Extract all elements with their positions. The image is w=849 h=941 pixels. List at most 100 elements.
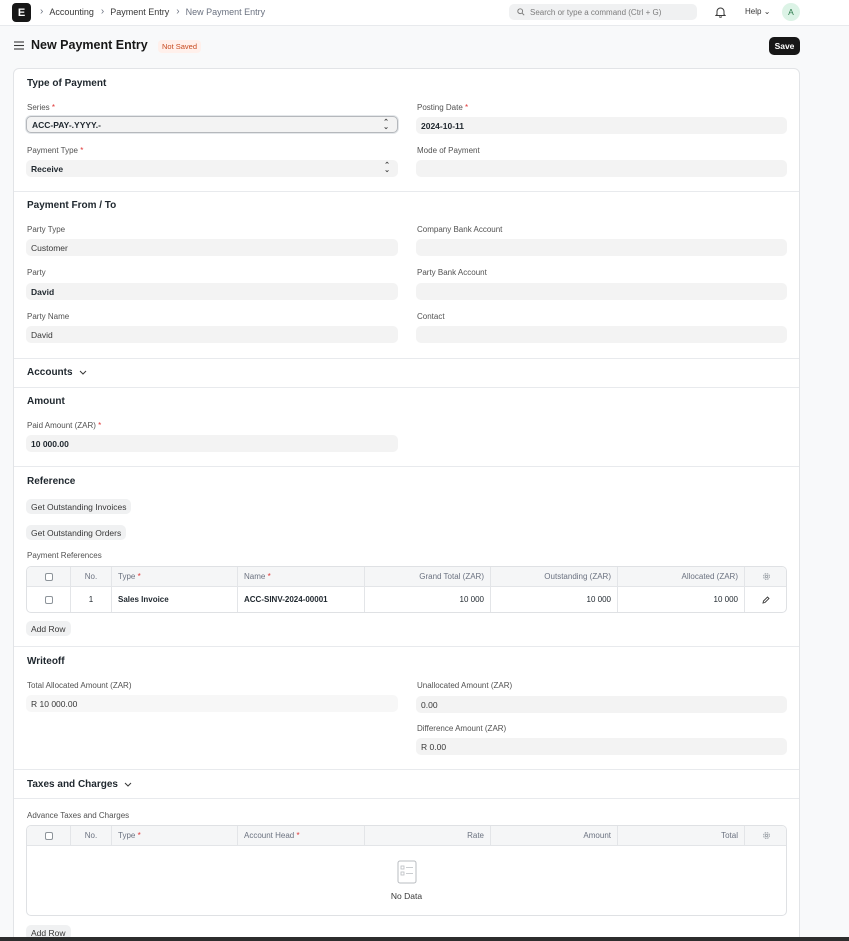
select-all-cell [27,826,71,845]
taxes-title: Taxes and Charges [27,779,118,790]
section-title-reference: Reference [27,476,76,487]
payment-type-select[interactable]: Receive ⌃ ⌄ [26,160,398,177]
col-rate: Rate [365,826,491,845]
section-divider [14,358,799,359]
party-bank-account-label: Party Bank Account [417,268,487,277]
section-divider [14,387,799,388]
row-name[interactable]: ACC-SINV-2024-00001 [238,587,365,612]
payment-type-label: Payment Type * [27,146,84,155]
row-checkbox[interactable] [44,595,53,604]
chevron-right-icon: › [100,6,105,17]
company-bank-account-label: Company Bank Account [417,225,503,234]
chevron-down-icon [79,370,86,375]
search-placeholder: Search or type a command (Ctrl + G) [530,7,662,17]
posting-date-field[interactable]: 2024-10-11 [416,117,787,134]
party-type-field[interactable]: Customer [26,239,398,256]
total-allocated-field: R 10 000.00 [26,695,398,712]
col-allocated: Allocated (ZAR) [618,567,745,586]
col-type: Type * [112,567,238,586]
series-label: Series * [27,103,56,112]
series-select[interactable]: ACC-PAY-.YYYY.- ⌃ ⌄ [26,116,398,133]
search-bar[interactable]: Search or type a command (Ctrl + G) [509,4,697,20]
gear-icon [762,573,770,580]
help-label: Help [745,7,762,16]
company-bank-account-field[interactable] [416,239,787,256]
difference-label: Difference Amount (ZAR) [417,724,507,733]
row-edit[interactable] [745,587,786,612]
get-outstanding-orders-button[interactable]: Get Outstanding Orders [26,525,127,540]
pencil-icon [762,595,770,604]
breadcrumb-payment-entry[interactable]: Payment Entry [110,7,169,17]
total-allocated-label: Total Allocated Amount (ZAR) [27,681,132,690]
advance-taxes-label: Advance Taxes and Charges [27,811,130,820]
paid-amount-label: Paid Amount (ZAR) * [27,421,102,430]
sidebar-toggle-icon[interactable] [14,41,24,50]
select-all-cell [27,567,71,586]
mode-of-payment-field[interactable] [416,160,787,177]
section-divider [14,466,799,467]
table-header: No. Type * Name * Grand Total (ZAR) Outs… [27,567,786,587]
section-title-amount: Amount [27,396,65,407]
unallocated-field[interactable]: 0.00 [416,696,787,713]
col-outstanding: Outstanding (ZAR) [491,567,618,586]
empty-document-icon [397,860,417,884]
section-divider [14,769,799,770]
breadcrumb: › Accounting › Payment Entry › New Payme… [40,6,272,17]
bell-icon[interactable] [715,6,726,18]
row-outstanding[interactable]: 10 000 [491,587,618,612]
mode-of-payment-label: Mode of Payment [417,146,480,155]
series-value: ACC-PAY-.YYYY.- [32,119,101,130]
table-header: No. Type * Account Head * Rate Amount To… [27,826,786,846]
party-type-label: Party Type [27,225,66,234]
col-total: Total [618,826,745,845]
gear-icon [762,832,770,839]
avatar[interactable]: A [782,3,800,21]
section-title-payment-from-to: Payment From / To [27,200,117,211]
help-menu[interactable]: Help ⌄ [745,7,770,16]
section-toggle-taxes-and-charges[interactable]: Taxes and Charges [27,779,132,790]
no-data-text: No Data [390,891,423,901]
section-divider [14,798,799,799]
column-settings[interactable] [745,567,786,586]
col-name: Name * [238,567,365,586]
row-allocated[interactable]: 10 000 [618,587,745,612]
chevron-down-icon: ⌄ [763,7,771,16]
party-label: Party [27,268,46,277]
row-no: 1 [71,587,112,612]
party-name-label: Party Name [27,312,70,321]
party-field[interactable]: David [26,283,398,300]
paid-amount-field[interactable]: 10 000.00 [26,435,398,452]
posting-date-label: Posting Date * [417,103,469,112]
row-select-cell [27,587,71,612]
contact-field[interactable] [416,326,787,343]
accounts-title: Accounts [27,367,73,378]
search-icon [517,8,525,16]
status-badge: Not Saved [158,40,202,53]
form-card: Type of Payment Series * ACC-PAY-.YYYY.-… [13,68,800,941]
table-row[interactable]: 1 Sales Invoice ACC-SINV-2024-00001 10 0… [27,587,786,612]
breadcrumb-new-payment-entry[interactable]: New Payment Entry [186,7,266,17]
section-divider [14,191,799,192]
chevron-down-icon [124,782,132,787]
party-name-field[interactable]: David [26,326,398,343]
breadcrumb-accounting[interactable]: Accounting [49,7,94,17]
select-all-checkbox[interactable] [44,831,53,840]
difference-field[interactable]: R 0.00 [416,738,787,755]
col-amount: Amount [491,826,618,845]
row-grand-total[interactable]: 10 000 [365,587,491,612]
add-row-button[interactable]: Add Row [26,621,71,636]
select-all-checkbox[interactable] [44,572,53,581]
get-outstanding-invoices-button[interactable]: Get Outstanding Invoices [26,499,132,514]
col-no: No. [71,567,112,586]
row-type[interactable]: Sales Invoice [112,587,238,612]
col-account-head: Account Head * [238,826,365,845]
top-navbar: E › Accounting › Payment Entry › New Pay… [0,0,849,26]
section-toggle-accounts[interactable]: Accounts [27,367,87,378]
column-settings[interactable] [745,826,786,845]
party-bank-account-field[interactable] [416,283,787,300]
app-logo[interactable]: E [12,3,31,22]
chevron-right-icon: › [40,6,44,17]
payment-references-label: Payment References [27,551,102,560]
chevron-right-icon: › [176,6,180,17]
save-button[interactable]: Save [769,37,800,55]
